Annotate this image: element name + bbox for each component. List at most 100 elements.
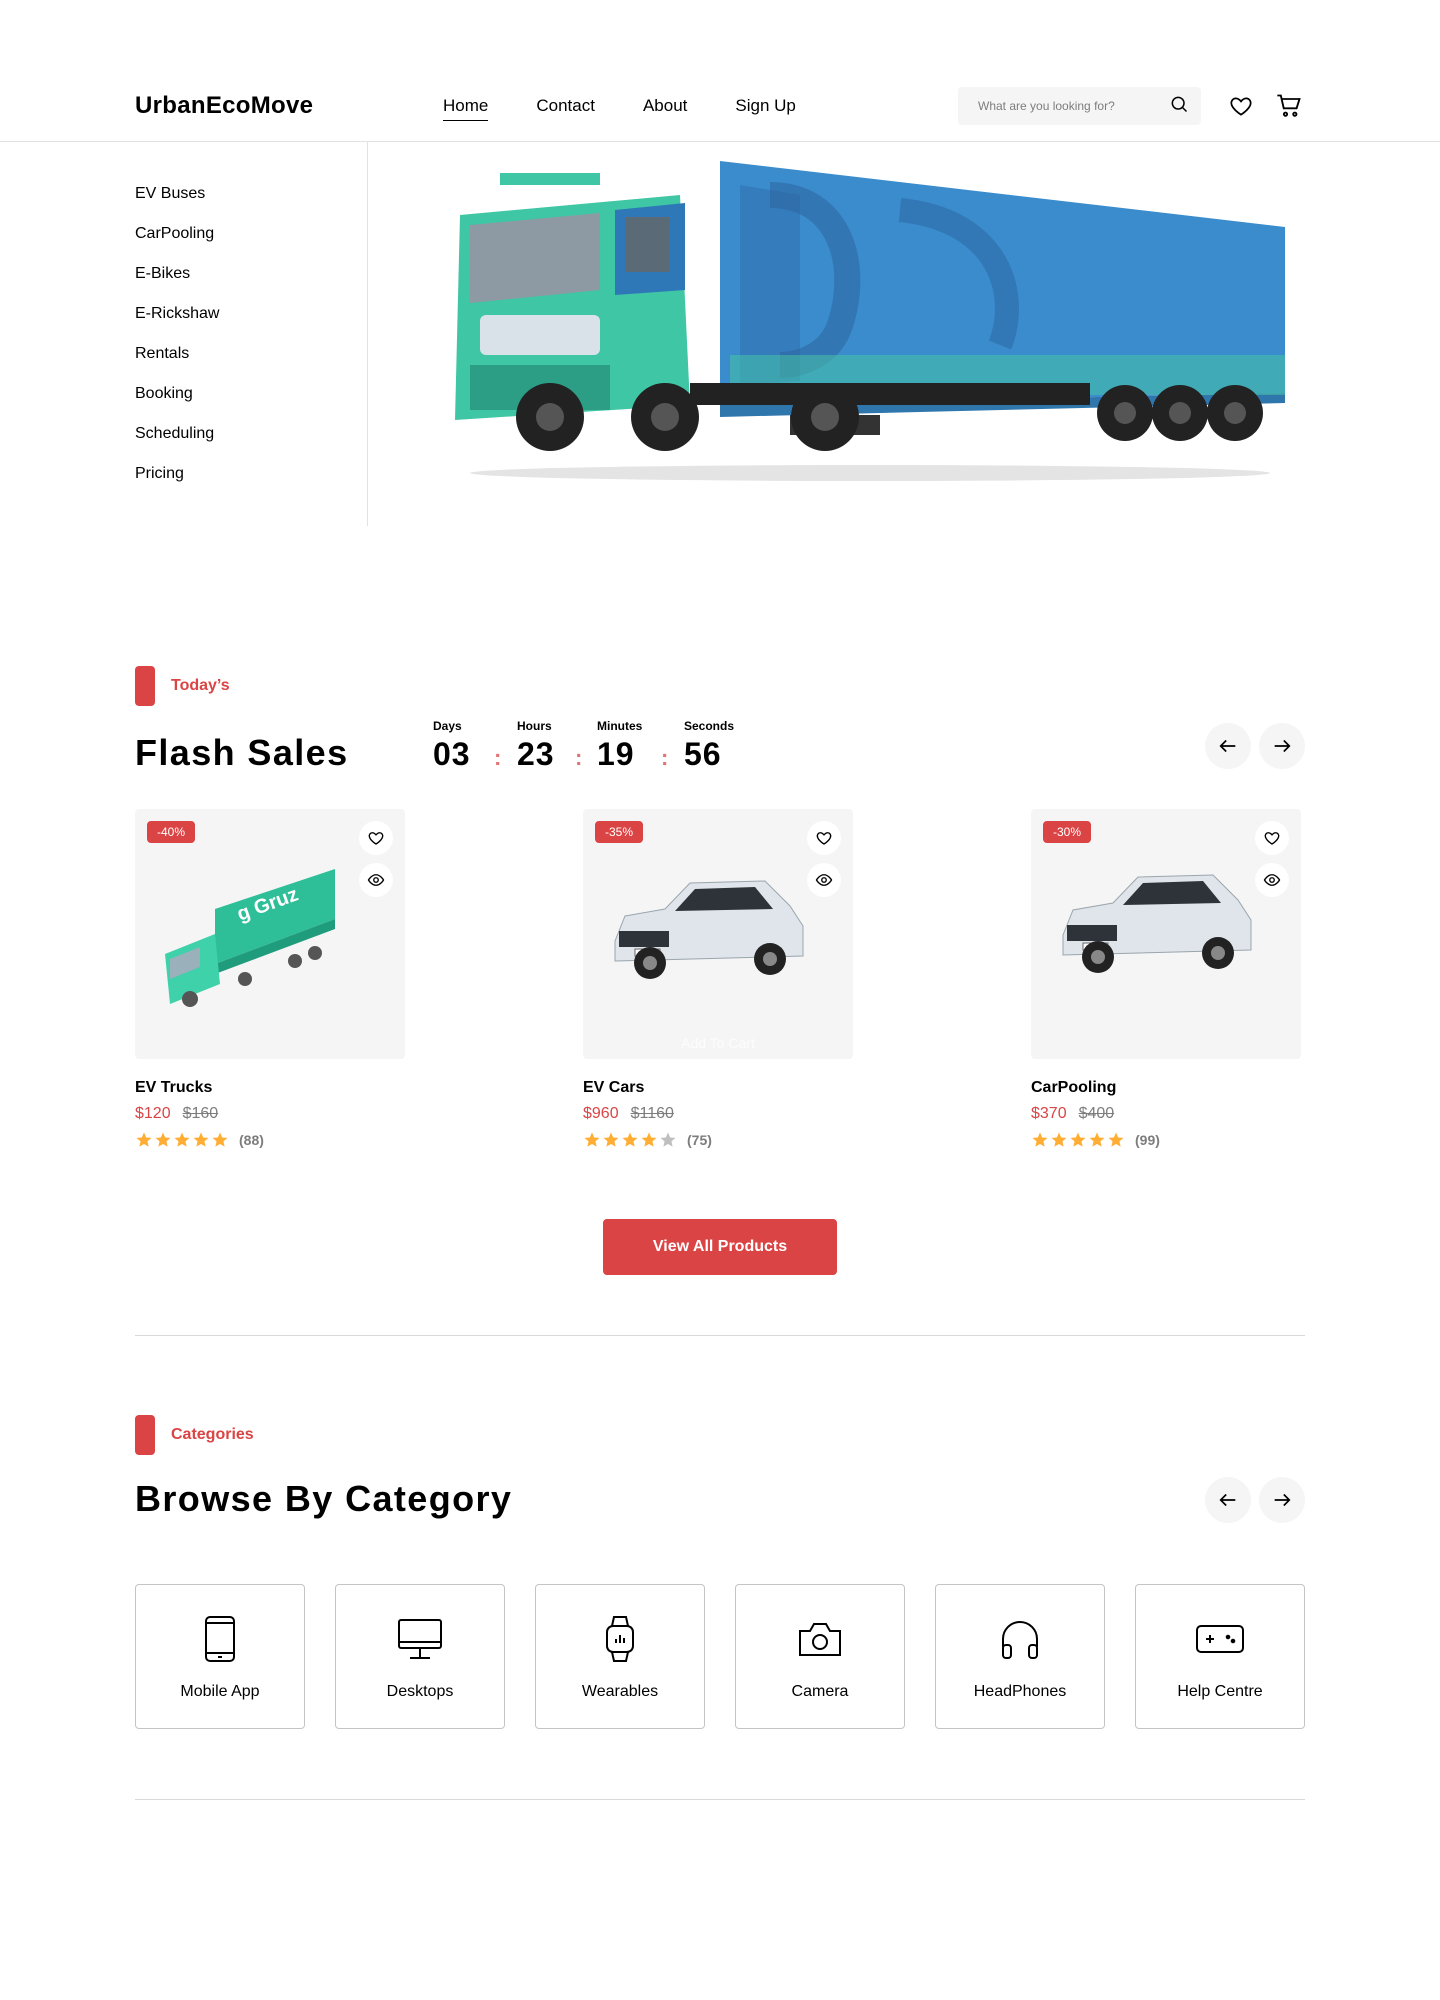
- arrow-right-icon: [1274, 1493, 1291, 1507]
- product-rating: (75): [583, 1131, 853, 1149]
- countdown-value: 56: [684, 736, 722, 772]
- flash-next-button[interactable]: [1259, 723, 1305, 769]
- current-price: $120: [135, 1105, 171, 1122]
- star-filled-icon: [1070, 1132, 1086, 1147]
- section-divider: [135, 1335, 1305, 1336]
- wishlist-heart-icon[interactable]: [1255, 821, 1289, 855]
- category-headphones[interactable]: HeadPhones: [935, 1584, 1105, 1729]
- ev-truck-image: g Gruz: [165, 869, 335, 1007]
- product-image-area[interactable]: -35% Add To Cart: [583, 809, 853, 1059]
- star-rating: [583, 1131, 677, 1149]
- product-image-area[interactable]: -40% g Gruz: [135, 809, 405, 1059]
- wishlist-heart-icon[interactable]: [1227, 92, 1255, 120]
- old-price: $160: [182, 1105, 219, 1122]
- sidebar-item[interactable]: CarPooling: [135, 223, 219, 263]
- gamepad-icon: [1192, 1611, 1248, 1667]
- sidebar-item[interactable]: E-Bikes: [135, 263, 219, 303]
- phone-icon: [192, 1611, 248, 1667]
- countdown-minutes: Minutes 19: [597, 719, 642, 773]
- category-label: Desktops: [386, 1683, 454, 1700]
- arrow-right-icon: [1274, 739, 1291, 753]
- star-rating: [135, 1131, 229, 1149]
- category-label: Camera: [791, 1683, 849, 1700]
- category-label: HeadPhones: [973, 1683, 1067, 1700]
- star-rating: [1031, 1131, 1125, 1149]
- sidebar-item[interactable]: Booking: [135, 383, 219, 423]
- countdown-value: 03: [433, 736, 471, 772]
- category-desktops[interactable]: Desktops: [335, 1584, 505, 1729]
- sidebar-item[interactable]: E-Rickshaw: [135, 303, 219, 343]
- product-card[interactable]: -30% CarPooling $370 $400 (99): [1031, 809, 1301, 1149]
- category-wearables[interactable]: Wearables: [535, 1584, 705, 1729]
- countdown-separator: :: [661, 745, 669, 770]
- product-name[interactable]: EV Trucks: [135, 1079, 405, 1097]
- category-camera[interactable]: Camera: [735, 1584, 905, 1729]
- product-name[interactable]: CarPooling: [1031, 1079, 1301, 1097]
- countdown-seconds: Seconds 56: [684, 719, 734, 773]
- countdown-label: Days: [433, 719, 462, 733]
- star-filled-icon: [1108, 1132, 1124, 1147]
- desktop-icon: [392, 1611, 448, 1667]
- nav-home[interactable]: Home: [443, 96, 489, 121]
- star-empty-icon: [660, 1132, 676, 1147]
- countdown-hours: Hours 23: [517, 719, 555, 773]
- tag-label: Today’s: [171, 677, 230, 694]
- star-filled-icon: [584, 1132, 600, 1147]
- sidebar-item[interactable]: Rentals: [135, 343, 219, 383]
- cart-icon[interactable]: [1275, 92, 1303, 120]
- countdown-label: Minutes: [597, 719, 643, 733]
- category-mobile-app[interactable]: Mobile App: [135, 1584, 305, 1729]
- star-filled-icon: [1032, 1132, 1048, 1147]
- discount-badge: -35%: [595, 821, 644, 843]
- countdown-label: Seconds: [684, 719, 735, 733]
- browse-category-title: Browse By Category: [135, 1478, 513, 1519]
- countdown-value: 19: [597, 736, 635, 772]
- nav-contact[interactable]: Contact: [536, 96, 595, 121]
- review-count: (88): [239, 1132, 264, 1148]
- arrow-left-icon: [1219, 1493, 1236, 1507]
- ev-car-image: [614, 880, 804, 979]
- section-tag-categories: Categories: [135, 1415, 254, 1455]
- brand-logo[interactable]: UrbanEcoMove: [135, 92, 313, 120]
- star-filled-icon: [155, 1132, 171, 1147]
- add-to-cart-overlay[interactable]: Add To Cart: [583, 1035, 853, 1051]
- section-divider: [135, 1799, 1305, 1800]
- countdown-separator: :: [494, 745, 502, 770]
- sidebar-item[interactable]: EV Buses: [135, 183, 219, 223]
- search-input[interactable]: [978, 99, 1169, 113]
- star-filled-icon: [193, 1132, 209, 1147]
- product-card[interactable]: -35% Add To Cart EV Cars $960 $1160 (75): [583, 809, 853, 1149]
- wishlist-heart-icon[interactable]: [359, 821, 393, 855]
- nav-signup[interactable]: Sign Up: [735, 96, 795, 121]
- search-bar: [958, 87, 1201, 125]
- old-price: $1160: [630, 1105, 674, 1122]
- quick-view-eye-icon[interactable]: [807, 863, 841, 897]
- quick-view-eye-icon[interactable]: [1255, 863, 1289, 897]
- wishlist-heart-icon[interactable]: [807, 821, 841, 855]
- section-tag-today: Today’s: [135, 666, 230, 706]
- arrow-left-icon: [1219, 739, 1236, 753]
- flash-prev-button[interactable]: [1205, 723, 1251, 769]
- sidebar-item[interactable]: Pricing: [135, 463, 219, 503]
- quick-view-eye-icon[interactable]: [359, 863, 393, 897]
- star-filled-icon: [136, 1132, 152, 1147]
- star-filled-icon: [212, 1132, 228, 1147]
- sidebar-item[interactable]: Scheduling: [135, 423, 219, 463]
- view-all-products-button[interactable]: View All Products: [603, 1219, 837, 1275]
- category-next-button[interactable]: [1259, 1477, 1305, 1523]
- review-count: (75): [687, 1132, 712, 1148]
- countdown-days: Days 03: [433, 719, 471, 773]
- ev-car-image: [1062, 874, 1252, 973]
- star-filled-icon: [1089, 1132, 1105, 1147]
- star-filled-icon: [1051, 1132, 1067, 1147]
- header-divider: [0, 141, 1440, 142]
- product-card[interactable]: -40% g Gruz EV Trucks $120 $160 (88): [135, 809, 405, 1149]
- category-prev-button[interactable]: [1205, 1477, 1251, 1523]
- product-image-area[interactable]: -30%: [1031, 809, 1301, 1059]
- search-icon[interactable]: [1169, 94, 1189, 119]
- main-nav: Home Contact About Sign Up: [443, 96, 796, 121]
- nav-about[interactable]: About: [643, 96, 687, 121]
- product-name[interactable]: EV Cars: [583, 1079, 853, 1097]
- category-help-centre[interactable]: Help Centre: [1135, 1584, 1305, 1729]
- tag-bar: [135, 666, 155, 706]
